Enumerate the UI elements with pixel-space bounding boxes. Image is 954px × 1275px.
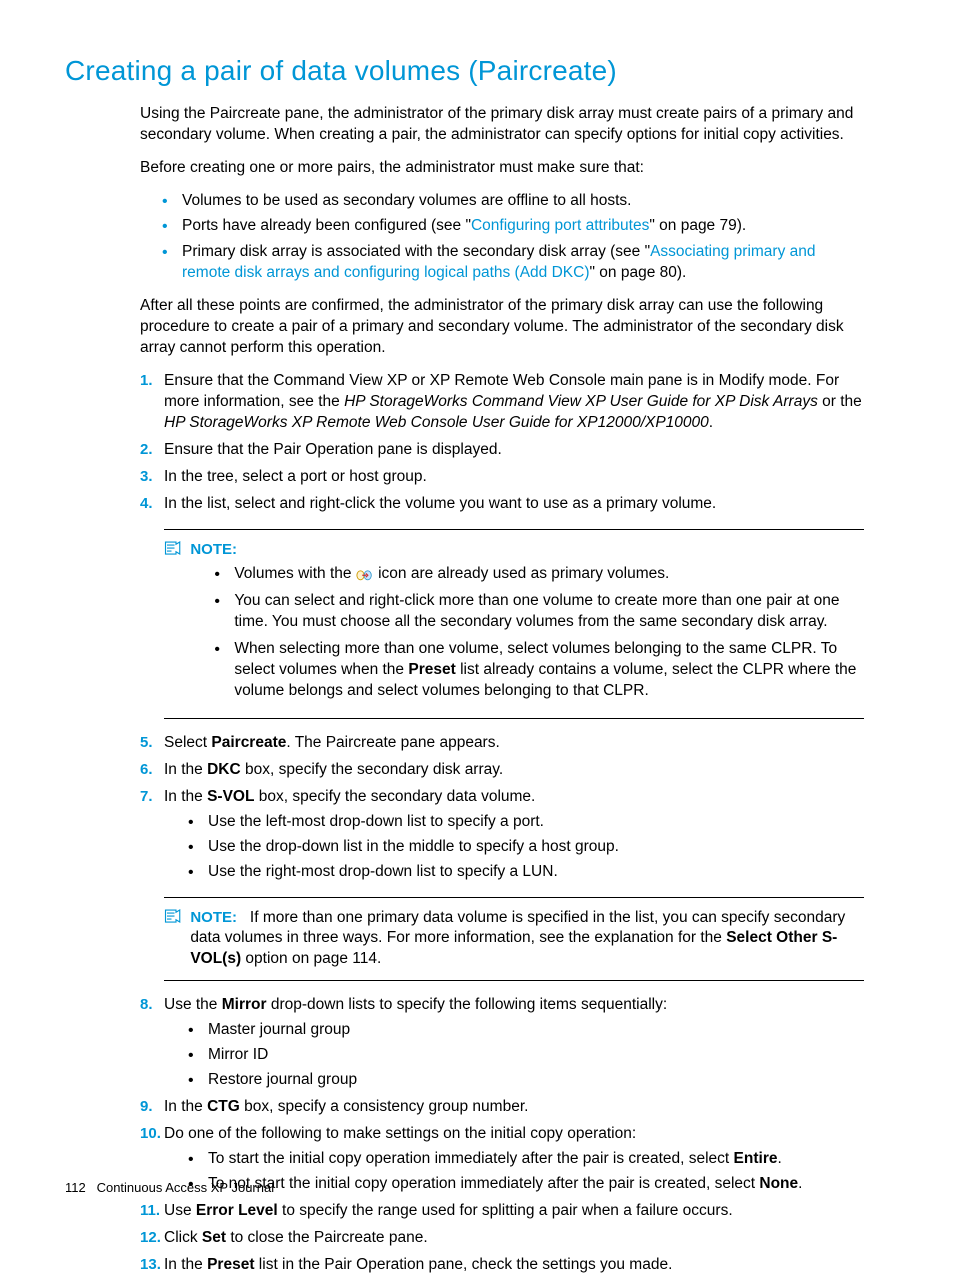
text: In the (164, 1256, 207, 1273)
paircreate-keyword: Paircreate (211, 734, 286, 751)
text: To start the initial copy operation imme… (208, 1150, 734, 1167)
sub-item: To not start the initial copy operation … (188, 1174, 864, 1195)
step-11: Use Error Level to specify the range use… (140, 1201, 864, 1222)
page-title: Creating a pair of data volumes (Paircre… (65, 52, 864, 90)
text: list in the Pair Operation pane, check t… (255, 1256, 673, 1273)
note-box: NOTE: If more than one primary data volu… (164, 897, 864, 982)
text: option on page 114. (241, 950, 381, 967)
preset-keyword: Preset (408, 661, 455, 678)
page-footer: 112 Continuous Access XP Journal (65, 1179, 274, 1197)
text: box, specify a consistency group number. (240, 1098, 529, 1115)
procedure-steps: Ensure that the Command View XP or XP Re… (140, 371, 864, 515)
step-1: Ensure that the Command View XP or XP Re… (140, 371, 864, 434)
note-icon (164, 540, 186, 563)
step-7: In the S-VOL box, specify the secondary … (140, 787, 864, 981)
volume-pair-icon (356, 567, 374, 581)
text: box, specify the secondary data volume. (254, 788, 535, 805)
step-6: In the DKC box, specify the secondary di… (140, 760, 864, 781)
text: In the (164, 1098, 207, 1115)
step-9: In the CTG box, specify a consistency gr… (140, 1097, 864, 1118)
note-item: When selecting more than one volume, sel… (214, 639, 860, 702)
prereq-list: Volumes to be used as secondary volumes … (140, 191, 864, 285)
step-13: In the Preset list in the Pair Operation… (140, 1255, 864, 1275)
text: Primary disk array is associated with th… (182, 243, 650, 260)
link-configuring-port-attributes[interactable]: Configuring port attributes (471, 217, 649, 234)
note-icon (164, 908, 186, 931)
sub-item: To start the initial copy operation imme… (188, 1149, 864, 1170)
text: Use the (164, 996, 222, 1013)
sub-item: Use the drop-down list in the middle to … (188, 837, 864, 858)
set-keyword: Set (202, 1229, 226, 1246)
prereq-item: Primary disk array is associated with th… (162, 242, 864, 284)
preset-keyword: Preset (207, 1256, 254, 1273)
text: " on page 79). (649, 217, 746, 234)
step-3: In the tree, select a port or host group… (140, 467, 864, 488)
step-5: Select Paircreate. The Paircreate pane a… (140, 733, 864, 754)
text: In the (164, 788, 207, 805)
dkc-keyword: DKC (207, 761, 241, 778)
text: . (777, 1150, 781, 1167)
step-8: Use the Mirror drop-down lists to specif… (140, 995, 864, 1091)
mirror-keyword: Mirror (222, 996, 267, 1013)
text: icon are already used as primary volumes… (374, 565, 670, 582)
sub-item: Use the left-most drop-down list to spec… (188, 812, 864, 833)
sub-item: Mirror ID (188, 1045, 864, 1066)
text: to specify the range used for splitting … (278, 1202, 733, 1219)
sub-item: Restore journal group (188, 1070, 864, 1091)
ctg-keyword: CTG (207, 1098, 240, 1115)
sub-item: Master journal group (188, 1020, 864, 1041)
text: box, specify the secondary disk array. (241, 761, 503, 778)
text: to close the Paircreate pane. (226, 1229, 428, 1246)
intro-paragraph-2: Before creating one or more pairs, the a… (140, 158, 864, 179)
text: To not start the initial copy operation … (208, 1175, 759, 1192)
guide-title: HP StorageWorks XP Remote Web Console Us… (164, 414, 709, 431)
text: Volumes with the (234, 565, 355, 582)
step-2: Ensure that the Pair Operation pane is d… (140, 440, 864, 461)
entire-keyword: Entire (734, 1150, 778, 1167)
text: . (709, 414, 713, 431)
text: In the (164, 761, 207, 778)
guide-title: HP StorageWorks Command View XP User Gui… (344, 393, 818, 410)
svol-keyword: S-VOL (207, 788, 254, 805)
step-12: Click Set to close the Paircreate pane. (140, 1228, 864, 1249)
text: . The Paircreate pane appears. (286, 734, 499, 751)
footer-title: Continuous Access XP Journal (97, 1180, 275, 1195)
none-keyword: None (759, 1175, 798, 1192)
text: Click (164, 1229, 202, 1246)
text: or the (818, 393, 862, 410)
text: drop-down lists to specify the following… (267, 996, 668, 1013)
step-4: In the list, select and right-click the … (140, 494, 864, 515)
prereq-item: Volumes to be used as secondary volumes … (162, 191, 864, 212)
after-paragraph: After all these points are confirmed, th… (140, 296, 864, 359)
page-number: 112 (65, 1180, 86, 1195)
note-label: NOTE: (190, 541, 237, 558)
note-label: NOTE: (190, 909, 237, 926)
text: Use (164, 1202, 196, 1219)
note-item: Volumes with the icon are already used a… (214, 564, 860, 585)
intro-paragraph-1: Using the Paircreate pane, the administr… (140, 104, 864, 146)
text: Do one of the following to make settings… (164, 1125, 636, 1142)
text: Ports have already been configured (see … (182, 217, 471, 234)
text: Select (164, 734, 211, 751)
note-item: You can select and right-click more than… (214, 591, 860, 633)
error-level-keyword: Error Level (196, 1202, 278, 1219)
note-box: NOTE: Volumes with the icon are already … (164, 529, 864, 719)
prereq-item: Ports have already been configured (see … (162, 216, 864, 237)
text: . (798, 1175, 802, 1192)
text: " on page 80). (590, 264, 687, 281)
sub-item: Use the right-most drop-down list to spe… (188, 862, 864, 883)
